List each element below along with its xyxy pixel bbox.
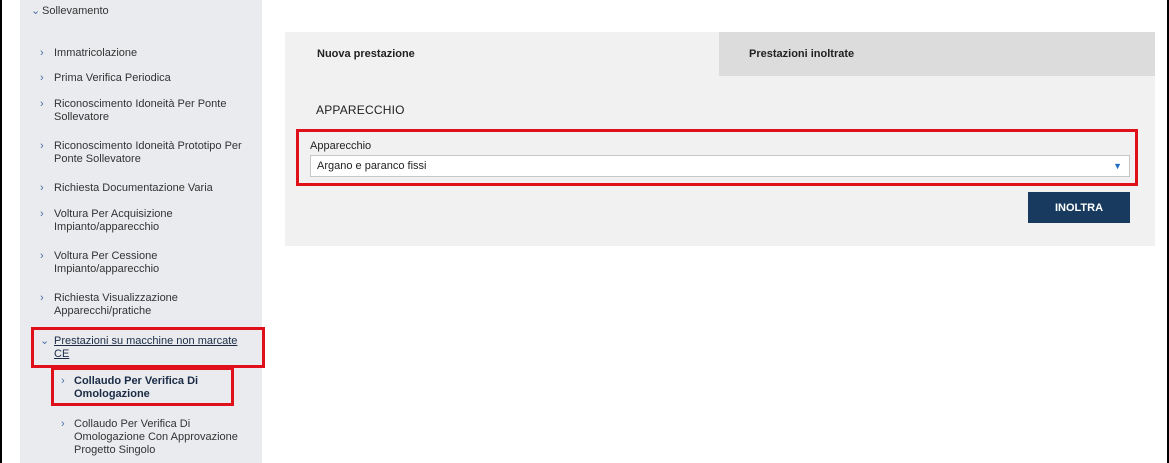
chevron-right-icon: › <box>40 182 44 194</box>
apparecchio-select[interactable]: Argano e paranco fissi ▼ <box>310 155 1130 177</box>
sidebar-item-label: Richiesta Documentazione Varia <box>54 182 213 194</box>
chevron-right-icon: › <box>40 208 44 220</box>
chevron-right-icon: › <box>40 250 44 262</box>
sidebar-item-label-line2: Impianto/apparecchio <box>54 263 160 275</box>
tab-label: Prestazioni inoltrate <box>749 48 855 60</box>
chevron-down-icon: ▼ <box>1113 161 1122 171</box>
sidebar-item-label-block: Voltura Per Acquisizione Impianto/appare… <box>54 208 173 234</box>
chevron-right-icon: › <box>40 72 44 84</box>
frame-border-left <box>0 0 2 463</box>
sidebar-item-label-line2: Apparecchi/pratiche <box>54 305 152 317</box>
sidebar-item-label-line2: Impianto/apparecchio <box>54 221 160 233</box>
tab-nuova-prestazione[interactable]: Nuova prestazione <box>285 32 719 76</box>
sidebar-item-label-line2: Omologazione Con Approvazione <box>74 431 238 443</box>
sidebar-item-label: Voltura Per Acquisizione <box>54 208 173 220</box>
sidebar-item-label-line2: Ponte Sollevatore <box>54 153 141 165</box>
sidebar-item-label-line2: Sollevatore <box>54 111 110 123</box>
highlight-box-prestazioni <box>31 327 265 368</box>
sidebar-item-label-block: Richiesta Visualizzazione Apparecchi/pra… <box>54 292 178 318</box>
sidebar-item-label: Sollevamento <box>42 5 109 17</box>
sidebar-item-label-block: Voltura Per Cessione Impianto/apparecchi… <box>54 250 159 276</box>
sidebar-item-label: Collaudo Per Verifica Di <box>74 418 191 430</box>
chevron-down-icon: ⌄ <box>31 5 41 17</box>
tab-label: Nuova prestazione <box>317 48 415 60</box>
tab-prestazioni-inoltrate[interactable]: Prestazioni inoltrate <box>719 32 1155 76</box>
sidebar-item-label: Riconoscimento Idoneità Per Ponte <box>54 98 227 110</box>
inoltra-button[interactable]: INOLTRA <box>1028 192 1130 223</box>
sidebar-item-label: Immatricolazione <box>54 47 138 59</box>
sidebar-item-label-block: Collaudo Per Verifica Di Omologazione Co… <box>74 418 238 457</box>
sidebar-item-label: Richiesta Visualizzazione <box>54 292 178 304</box>
sidebar-item-label: Voltura Per Cessione <box>54 250 158 262</box>
select-value: Argano e paranco fissi <box>317 160 427 172</box>
apparecchio-label: Apparecchio <box>310 140 372 152</box>
chevron-right-icon: › <box>40 292 44 304</box>
sidebar-item-label: Riconoscimento Idoneità Prototipo Per <box>54 140 242 152</box>
chevron-right-icon: › <box>40 98 44 110</box>
chevron-right-icon: › <box>61 418 65 430</box>
sidebar-item-label-block: Riconoscimento Idoneità Per Ponte Sollev… <box>54 98 226 124</box>
highlight-box-collaudo <box>51 367 234 406</box>
sidebar-item-label: Prima Verifica Periodica <box>54 72 171 84</box>
sidebar-item-label-line3: Progetto Singolo <box>74 444 156 456</box>
chevron-right-icon: › <box>40 47 44 59</box>
chevron-right-icon: › <box>40 140 44 152</box>
section-title: APPARECCHIO <box>316 103 405 117</box>
sidebar-item-label-block: Riconoscimento Idoneità Prototipo Per Po… <box>54 140 242 166</box>
